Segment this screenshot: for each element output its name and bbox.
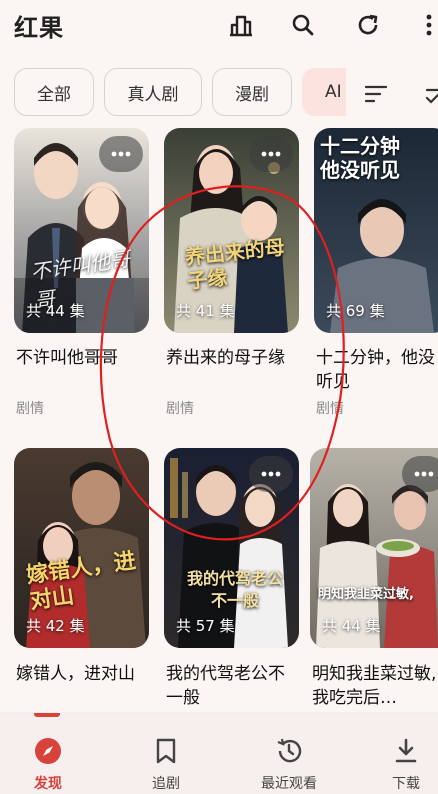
nav-recent[interactable]: 最近观看 <box>246 713 332 794</box>
drama-card[interactable]: 不许叫他哥哥 共 44 集 不许叫他哥哥 剧情 <box>14 128 149 428</box>
drama-poster[interactable]: 不许叫他哥哥 共 44 集 <box>14 128 149 333</box>
nav-discover[interactable]: 发现 <box>14 713 82 794</box>
sort-icon[interactable] <box>362 80 390 108</box>
nav-label: 下载 <box>392 776 420 792</box>
drama-title[interactable]: 十二分钟，他没听见 <box>316 346 438 394</box>
episode-count: 共 69 集 <box>326 302 385 320</box>
nav-label: 最近观看 <box>261 776 317 792</box>
more-options-button[interactable] <box>249 456 293 492</box>
episode-count: 共 42 集 <box>26 617 85 635</box>
history-icon <box>273 735 305 767</box>
nav-label: 发现 <box>34 776 62 792</box>
more-options-button[interactable] <box>402 456 438 492</box>
drama-genre: 剧情 <box>316 401 344 417</box>
poster-title: 十二分钟 他没听见 <box>320 134 400 182</box>
more-options-button[interactable] <box>99 136 143 172</box>
bottom-navigation: 发现 追剧 最近观看 下载 <box>0 712 438 794</box>
category-tabs: 全部 真人剧 漫剧 AI <box>0 68 438 120</box>
drama-card[interactable]: 明知我韭菜过敏, 共 44 集 明知我韭菜过敏,我吃完后… <box>310 448 438 708</box>
drama-card[interactable]: 十二分钟 他没听见 共 69 集 十二分钟，他没听见 剧情 <box>314 128 438 428</box>
nav-following[interactable]: 追剧 <box>132 713 200 794</box>
refresh-icon[interactable] <box>353 10 383 40</box>
drama-poster[interactable]: 嫁错人，进对山 共 42 集 <box>14 448 149 648</box>
more-vertical-icon[interactable] <box>420 10 438 40</box>
drama-poster[interactable]: 十二分钟 他没听见 共 69 集 <box>314 128 438 333</box>
drama-poster[interactable]: 养出来的母子缘 共 41 集 <box>164 128 299 333</box>
drama-title[interactable]: 嫁错人，进对山 <box>16 662 151 686</box>
episode-count: 共 57 集 <box>176 617 235 635</box>
header: 红果 <box>0 0 438 56</box>
filter-check-icon[interactable] <box>420 80 438 108</box>
drama-title[interactable]: 我的代驾老公不一般 <box>166 662 301 710</box>
drama-card[interactable]: 嫁错人，进对山 共 42 集 嫁错人，进对山 <box>14 448 149 708</box>
episode-count: 共 44 集 <box>26 302 85 320</box>
drama-poster[interactable]: 我的代驾老公 不一般 共 57 集 <box>164 448 299 648</box>
drama-poster[interactable]: 明知我韭菜过敏, 共 44 集 <box>310 448 438 648</box>
poster-title: 我的代驾老公 不一般 <box>186 569 283 610</box>
drama-title[interactable]: 养出来的母子缘 <box>166 346 301 370</box>
drama-genre: 剧情 <box>166 401 194 417</box>
download-icon <box>390 735 422 767</box>
compass-icon <box>32 735 64 767</box>
nav-label: 追剧 <box>152 776 180 792</box>
search-icon[interactable] <box>288 10 318 40</box>
episode-count: 共 41 集 <box>176 302 235 320</box>
tab-ai[interactable]: AI <box>302 68 346 116</box>
drama-title[interactable]: 明知我韭菜过敏,我吃完后… <box>312 662 438 710</box>
tab-comic[interactable]: 漫剧 <box>212 68 292 116</box>
drama-genre: 剧情 <box>16 401 44 417</box>
app-title: 红果 <box>14 14 64 42</box>
episode-count: 共 44 集 <box>322 617 381 635</box>
tab-all[interactable]: 全部 <box>14 68 94 116</box>
ranking-icon[interactable] <box>226 10 256 40</box>
tab-live-action[interactable]: 真人剧 <box>104 68 202 116</box>
drama-card[interactable]: 我的代驾老公 不一般 共 57 集 我的代驾老公不一般 <box>164 448 299 708</box>
poster-title: 明知我韭菜过敏, <box>318 587 414 602</box>
bookmark-icon <box>150 735 182 767</box>
drama-card[interactable]: 养出来的母子缘 共 41 集 养出来的母子缘 剧情 <box>164 128 299 428</box>
drama-title[interactable]: 不许叫他哥哥 <box>16 346 151 370</box>
more-options-button[interactable] <box>249 136 293 172</box>
nav-download[interactable]: 下载 <box>376 713 436 794</box>
